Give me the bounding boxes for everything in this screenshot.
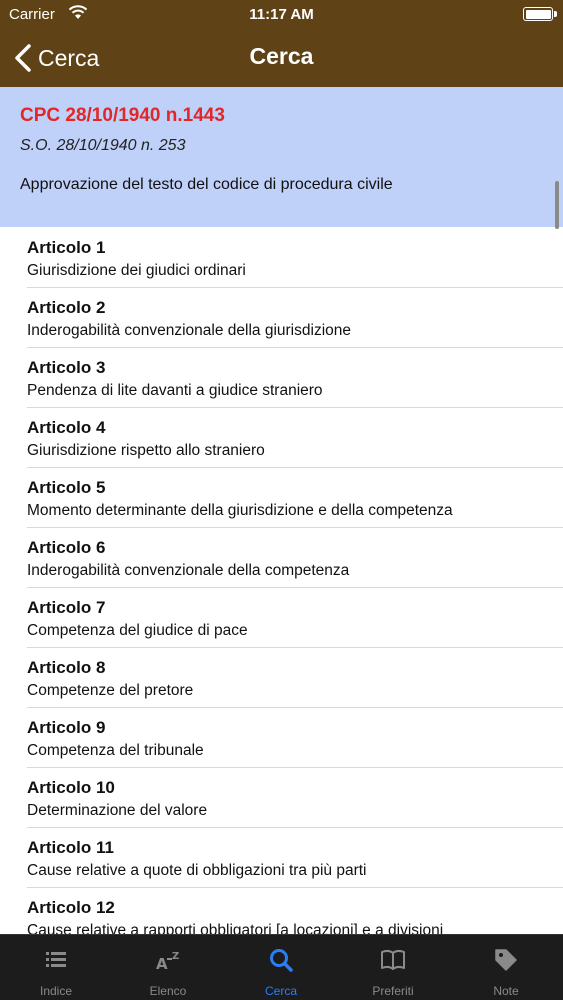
book-icon (381, 949, 405, 970)
list-item[interactable]: Articolo 10 Determinazione del valore (0, 768, 563, 828)
article-title: Articolo 10 (27, 778, 115, 797)
article-title: Articolo 9 (27, 718, 106, 737)
tab-bar: Indice A Z Elenco Cerca Preferiti Note (0, 934, 563, 1000)
tab-label: Elenco (149, 984, 187, 998)
list-item[interactable]: Articolo 3 Pendenza di lite davanti a gi… (0, 348, 563, 408)
svg-text:Z: Z (172, 951, 179, 962)
article-subtitle: Determinazione del valore (27, 802, 208, 819)
article-subtitle: Inderogabilità convenzionale della compe… (27, 562, 350, 579)
articles-list[interactable]: Articolo 1 Giurisdizione dei giudici ord… (0, 228, 563, 934)
article-title: Articolo 7 (27, 598, 106, 617)
article-subtitle: Cause relative a quote di obbligazioni t… (27, 862, 367, 879)
article-subtitle: Pendenza di lite davanti a giudice stran… (27, 382, 323, 399)
article-title: Articolo 6 (27, 538, 106, 557)
top-bar: Carrier 11:17 AM Cerca Cerca (0, 0, 563, 87)
tag-icon (495, 949, 517, 971)
article-title: Articolo 8 (27, 658, 106, 677)
tab-indice[interactable]: Indice (0, 935, 112, 1000)
article-title: Articolo 3 (27, 358, 106, 377)
tab-note[interactable]: Note (450, 935, 562, 1000)
list-item[interactable]: Articolo 2 Inderogabilità convenzionale … (0, 288, 563, 348)
tab-cerca[interactable]: Cerca (225, 935, 337, 1000)
tab-label: Cerca (264, 984, 297, 998)
tab-elenco[interactable]: A Z Elenco (112, 935, 224, 1000)
tab-label: Note (493, 984, 519, 998)
list-item[interactable]: Articolo 7 Competenza del giudice di pac… (0, 588, 563, 648)
law-description: Approvazione del testo del codice di pro… (20, 176, 393, 193)
article-subtitle: Giurisdizione dei giudici ordinari (27, 262, 246, 279)
article-subtitle: Inderogabilità convenzionale della giuri… (27, 322, 351, 339)
list-item[interactable]: Articolo 5 Momento determinante della gi… (0, 468, 563, 528)
article-title: Articolo 11 (27, 838, 114, 857)
svg-text:A: A (156, 955, 168, 973)
article-title: Articolo 1 (27, 238, 106, 257)
article-title: Articolo 2 (27, 298, 106, 317)
tab-preferiti[interactable]: Preferiti (337, 935, 449, 1000)
article-subtitle: Competenza del giudice di pace (27, 622, 248, 639)
tab-label: Preferiti (372, 984, 414, 998)
list-item[interactable]: Articolo 6 Inderogabilità convenzionale … (0, 528, 563, 588)
search-icon (270, 949, 293, 972)
tab-label: Indice (39, 984, 73, 998)
article-subtitle: Competenza del tribunale (27, 742, 204, 759)
article-subtitle: Cause relative a rapporti obbligatori [a… (27, 922, 444, 934)
nav-title: Cerca (249, 43, 314, 69)
list-item[interactable]: Articolo 11 Cause relative a quote di ob… (0, 828, 563, 888)
list-item[interactable]: Articolo 12 Cause relative a rapporti ob… (0, 888, 563, 934)
status-time: 11:17 AM (249, 6, 314, 23)
article-title: Articolo 12 (27, 898, 115, 917)
list-item[interactable]: Articolo 9 Competenza del tribunale (0, 708, 563, 768)
list-item[interactable]: Articolo 8 Competenze del pretore (0, 648, 563, 708)
az-sort-icon: A Z (156, 951, 179, 973)
law-header: CPC 28/10/1940 n.1443 S.O. 28/10/1940 n.… (0, 87, 563, 229)
law-supplement: S.O. 28/10/1940 n. 253 (20, 137, 186, 154)
article-subtitle: Momento determinante della giurisdizione… (27, 502, 453, 519)
law-code: CPC 28/10/1940 n.1443 (20, 105, 225, 126)
article-title: Articolo 4 (27, 418, 106, 437)
article-subtitle: Giurisdizione rispetto allo straniero (27, 442, 265, 459)
list-item[interactable]: Articolo 4 Giurisdizione rispetto allo s… (0, 408, 563, 468)
article-title: Articolo 5 (27, 478, 106, 497)
status-bar: Carrier 11:17 AM (0, 0, 563, 30)
article-subtitle: Competenze del pretore (27, 682, 194, 699)
scroll-indicator[interactable] (555, 181, 559, 229)
navigation-bar: Cerca Cerca (0, 30, 563, 87)
list-item[interactable]: Articolo 1 Giurisdizione dei giudici ord… (0, 228, 563, 288)
battery-icon (523, 7, 557, 21)
list-icon (46, 952, 66, 967)
